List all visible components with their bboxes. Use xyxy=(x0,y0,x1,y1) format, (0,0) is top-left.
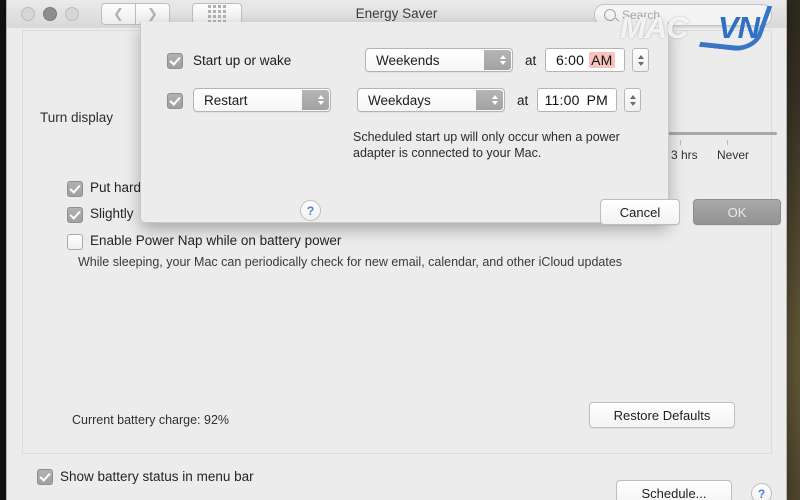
sheet-help-button[interactable]: ? xyxy=(300,200,321,221)
display-sleep-slider-track[interactable] xyxy=(659,132,777,135)
restart-meridiem-value[interactable]: PM xyxy=(585,92,610,108)
startup-day-dropdown[interactable]: Weekends xyxy=(365,48,513,72)
traffic-light-group xyxy=(21,7,79,21)
checkbox-row-put-hard-disks-to-sleep[interactable]: Put hard xyxy=(67,180,141,197)
checkbox-row-slightly-dim-display[interactable]: Slightly xyxy=(67,206,134,223)
checkbox-slightly-dim[interactable] xyxy=(67,207,83,223)
checkbox-label-power-nap: Enable Power Nap while on battery power xyxy=(90,233,342,248)
startup-time-field[interactable]: 6:00 AM xyxy=(545,48,626,72)
startup-meridiem-value[interactable]: AM xyxy=(589,52,615,68)
checkbox-show-battery-status[interactable] xyxy=(37,469,53,485)
restart-at-label: at xyxy=(517,92,529,108)
checkbox-put-hard-disks[interactable] xyxy=(67,181,83,197)
screen: ❮ ❯ Energy Saver Search Turn display 3 h… xyxy=(0,0,800,500)
slider-tick-label-0: 3 hrs xyxy=(671,148,698,162)
energy-saver-window: ❮ ❯ Energy Saver Search Turn display 3 h… xyxy=(6,0,787,500)
checkbox-start-up-or-wake[interactable] xyxy=(167,52,183,69)
battery-charge-status: Current battery charge: 92% xyxy=(72,413,230,427)
schedule-sheet-dialog: Start up or wake Weekends at 6:00 AM Res… xyxy=(140,22,781,225)
schedule-shutdown-row: Restart Weekdays at 11:00 PM xyxy=(167,88,650,112)
restart-time-value: 11:00 xyxy=(544,92,580,108)
minimize-button[interactable] xyxy=(43,7,57,21)
checkbox-row-show-battery-status[interactable]: Show battery status in menu bar xyxy=(37,468,254,485)
restart-action-value: Restart xyxy=(204,92,248,108)
display-sleep-label: Turn display xyxy=(40,110,114,125)
checkbox-row-power-nap[interactable]: Enable Power Nap while on battery power xyxy=(67,233,341,250)
schedule-button[interactable]: Schedule... xyxy=(616,480,732,500)
restart-action-dropdown[interactable]: Restart xyxy=(193,88,331,112)
start-up-or-wake-label: Start up or wake xyxy=(193,52,292,68)
checkbox-label-put-hard-disks: Put hard xyxy=(90,180,142,195)
slider-ticks xyxy=(659,140,777,146)
back-icon[interactable]: ❮ xyxy=(101,3,135,25)
search-icon xyxy=(604,9,616,21)
checkbox-label-slightly-dim: Slightly xyxy=(90,206,134,221)
restart-time-stepper[interactable] xyxy=(624,88,642,112)
checkbox-label-show-battery-status: Show battery status in menu bar xyxy=(60,469,254,484)
startup-at-label: at xyxy=(525,52,537,68)
help-button[interactable]: ? xyxy=(751,483,772,500)
startup-day-value: Weekends xyxy=(376,52,440,68)
schedule-startup-row: Start up or wake Weekends at 6:00 AM xyxy=(167,48,650,72)
startup-time-stepper[interactable] xyxy=(632,48,650,72)
chevron-updown-icon xyxy=(484,50,511,70)
zoom-button[interactable] xyxy=(65,7,79,21)
schedule-note: Scheduled start up will only occur when … xyxy=(353,130,620,160)
close-button[interactable] xyxy=(21,7,35,21)
checkbox-power-nap[interactable] xyxy=(67,234,83,250)
search-placeholder: Search xyxy=(622,8,661,22)
chevron-updown-icon xyxy=(476,90,503,110)
restore-defaults-button[interactable]: Restore Defaults xyxy=(589,402,735,428)
cancel-button[interactable]: Cancel xyxy=(600,199,680,225)
checkbox-restart-shutdown[interactable] xyxy=(167,92,183,109)
restart-day-value: Weekdays xyxy=(368,92,431,108)
slider-tick-label-1: Never xyxy=(717,148,750,162)
chevron-updown-icon xyxy=(302,90,329,110)
restart-time-field[interactable]: 11:00 PM xyxy=(537,88,618,112)
grid-dots-icon xyxy=(208,5,226,23)
ok-button[interactable]: OK xyxy=(693,199,781,225)
restart-day-dropdown[interactable]: Weekdays xyxy=(357,88,505,112)
startup-time-value: 6:00 xyxy=(556,52,585,68)
power-nap-note: While sleeping, your Mac can periodicall… xyxy=(78,255,623,269)
